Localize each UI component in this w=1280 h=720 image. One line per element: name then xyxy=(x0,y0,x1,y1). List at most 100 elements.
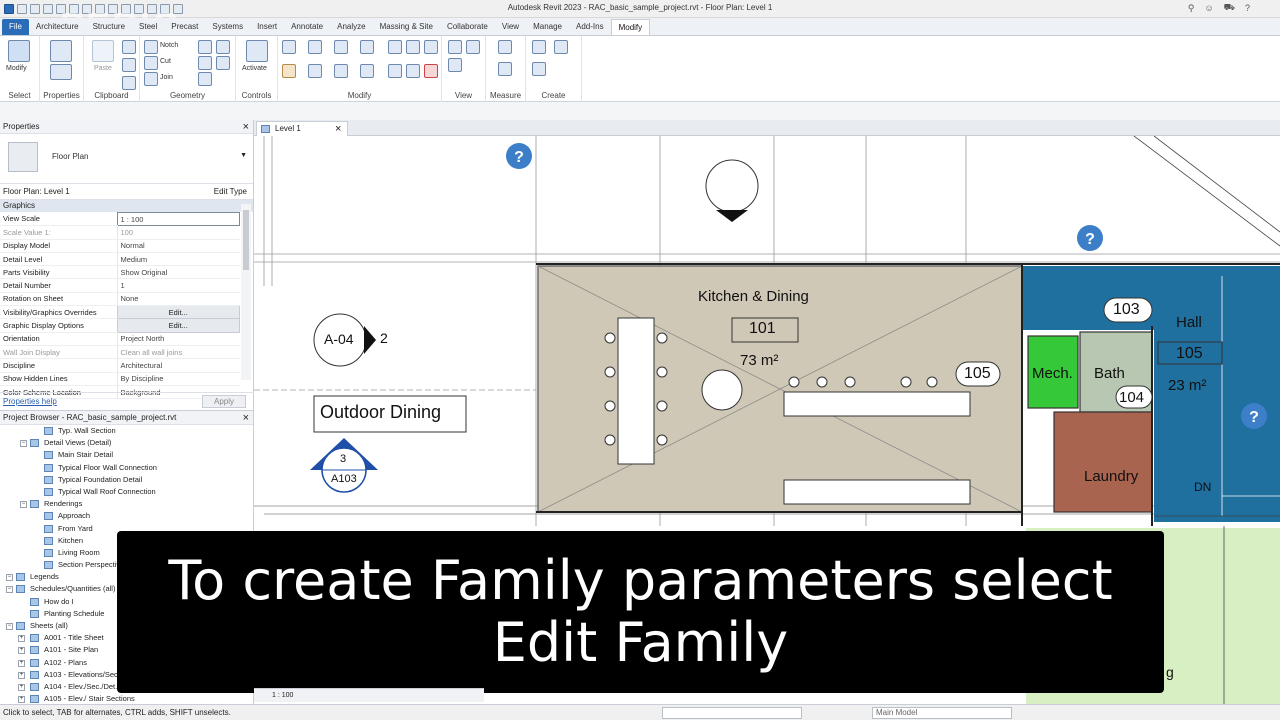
property-value[interactable]: Project North xyxy=(116,332,240,346)
tab-analyze[interactable]: Analyze xyxy=(330,19,372,35)
door-number[interactable]: 105 xyxy=(964,365,991,383)
close-icon[interactable]: × xyxy=(243,411,249,425)
expand-toggle-icon[interactable]: + xyxy=(18,696,25,704)
workset-combo[interactable] xyxy=(662,707,802,719)
edit-type-button[interactable]: Edit Type xyxy=(214,184,247,200)
browser-node[interactable]: Typical Floor Wall Connection xyxy=(0,462,253,474)
browser-node[interactable]: Main Stair Detail xyxy=(0,449,253,461)
copy-icon[interactable] xyxy=(122,40,136,54)
view-scale-button[interactable]: 1 : 100 xyxy=(272,692,293,699)
paste-icon[interactable] xyxy=(92,40,114,62)
properties-help-link[interactable]: Properties help xyxy=(3,397,57,406)
cart-icon[interactable]: ⛟ xyxy=(1224,2,1235,14)
kitchen-room-number[interactable]: 101 xyxy=(749,320,776,338)
property-row[interactable]: Graphic Display Options Edit... xyxy=(0,318,240,333)
join-label[interactable]: Join xyxy=(160,74,173,81)
laundry-room-name[interactable]: Laundry xyxy=(1084,468,1138,485)
expand-toggle-icon[interactable]: + xyxy=(18,635,25,643)
cut-clip-icon[interactable] xyxy=(122,58,136,72)
notch-icon[interactable] xyxy=(144,40,158,54)
property-row[interactable]: Display Model Normal xyxy=(0,239,240,253)
move-icon[interactable] xyxy=(282,64,296,78)
property-value[interactable]: Normal xyxy=(116,239,240,253)
join-icon[interactable] xyxy=(144,72,158,86)
modify-arrow-icon[interactable] xyxy=(8,40,30,62)
edit-button[interactable]: Edit... xyxy=(116,318,240,333)
browser-node[interactable]: − Detail Views (Detail) xyxy=(0,437,253,449)
tab-add-ins[interactable]: Add-Ins xyxy=(569,19,611,35)
property-value[interactable]: 100 xyxy=(116,225,240,240)
chevron-down-icon[interactable]: ▼ xyxy=(240,152,247,159)
type-properties-icon[interactable] xyxy=(50,64,72,80)
expand-toggle-icon[interactable]: − xyxy=(20,501,27,509)
expand-toggle-icon[interactable]: + xyxy=(18,659,25,667)
expand-toggle-icon[interactable]: + xyxy=(18,647,25,655)
elevation-sheet[interactable]: A103 xyxy=(331,473,357,485)
tab-massing-site[interactable]: Massing & Site xyxy=(373,19,440,35)
split-gap-icon[interactable] xyxy=(406,40,420,54)
mirror-axis-icon[interactable] xyxy=(334,40,348,54)
expand-toggle-icon[interactable]: − xyxy=(6,574,13,582)
override-icon[interactable] xyxy=(466,40,480,54)
room-number-103[interactable]: 103 xyxy=(1113,301,1140,319)
stair-down-label[interactable]: DN xyxy=(1194,480,1211,494)
property-row[interactable]: Orientation Project North xyxy=(0,332,240,346)
mirror-draw-icon[interactable] xyxy=(360,40,374,54)
expand-toggle-icon[interactable]: + xyxy=(18,671,25,679)
tab-manage[interactable]: Manage xyxy=(526,19,569,35)
bath-room-name[interactable]: Bath xyxy=(1094,365,1125,382)
tab-collaborate[interactable]: Collaborate xyxy=(440,19,495,35)
expand-toggle-icon[interactable]: + xyxy=(18,683,25,691)
hall-room-number[interactable]: 105 xyxy=(1176,345,1203,363)
tab-level-1[interactable]: Level 1 × xyxy=(256,121,348,136)
cut-label[interactable]: Cut xyxy=(160,58,171,65)
apply-button[interactable]: Apply xyxy=(202,395,246,408)
cut-icon[interactable] xyxy=(144,56,158,70)
property-row[interactable]: View Scale 1 : 100 xyxy=(0,211,240,227)
remove-paint-icon[interactable] xyxy=(198,72,212,86)
create-group-icon[interactable] xyxy=(532,62,546,76)
create-parts-icon[interactable] xyxy=(554,40,568,54)
property-row[interactable]: Show Hidden Lines By Discipline xyxy=(0,372,240,386)
activate-icon[interactable] xyxy=(246,40,268,62)
design-option-combo[interactable]: Main Model xyxy=(872,707,1012,719)
graphics-group-header[interactable]: Graphics xyxy=(0,200,253,212)
tab-steel[interactable]: Steel xyxy=(132,19,164,35)
linework-icon[interactable] xyxy=(448,58,462,72)
tab-modify[interactable]: Modify xyxy=(610,19,651,35)
property-value[interactable]: Medium xyxy=(116,252,240,267)
type-selector[interactable]: Floor Plan ▼ xyxy=(0,134,253,184)
demolish-icon[interactable] xyxy=(216,56,230,70)
tab-precast[interactable]: Precast xyxy=(164,19,205,35)
tab-architecture[interactable]: Architecture xyxy=(29,19,86,35)
offset-icon[interactable] xyxy=(308,40,322,54)
section-reference[interactable]: A-04 xyxy=(324,331,354,347)
property-value[interactable]: None xyxy=(116,292,240,307)
split-icon[interactable] xyxy=(388,40,402,54)
property-row[interactable]: Detail Level Medium xyxy=(0,252,240,267)
instance-selector[interactable]: Floor Plan: Level 1 Edit Type xyxy=(0,184,253,200)
dimension-tool-icon[interactable] xyxy=(498,62,512,76)
hide-icon[interactable] xyxy=(448,40,462,54)
trim-icon[interactable] xyxy=(360,64,374,78)
activate-label[interactable]: Activate xyxy=(242,65,267,72)
property-value[interactable]: Show Original xyxy=(116,265,240,280)
create-assembly-icon[interactable] xyxy=(532,40,546,54)
select-panel-label[interactable]: Select xyxy=(0,91,39,100)
paste-label[interactable]: Paste xyxy=(94,65,112,72)
scale-icon[interactable] xyxy=(406,64,420,78)
tab-view[interactable]: View xyxy=(495,19,526,35)
close-icon[interactable]: × xyxy=(335,122,341,136)
properties-icon[interactable] xyxy=(50,40,72,62)
browser-node[interactable]: − Renderings xyxy=(0,498,253,510)
pin-icon[interactable] xyxy=(424,40,438,54)
browser-node[interactable]: Approach xyxy=(0,510,253,522)
align-icon[interactable] xyxy=(282,40,296,54)
browser-node[interactable]: Typical Foundation Detail xyxy=(0,474,253,486)
property-row[interactable]: Detail Number 1 xyxy=(0,278,240,293)
help-icon[interactable]: ? xyxy=(1245,3,1250,13)
hall-room-area[interactable]: 23 m² xyxy=(1168,377,1206,394)
kitchen-room-area[interactable]: 73 m² xyxy=(740,352,778,369)
browser-node[interactable]: Typical Wall Roof Connection xyxy=(0,486,253,498)
binoculars-icon[interactable]: ⚲ xyxy=(1188,3,1195,14)
